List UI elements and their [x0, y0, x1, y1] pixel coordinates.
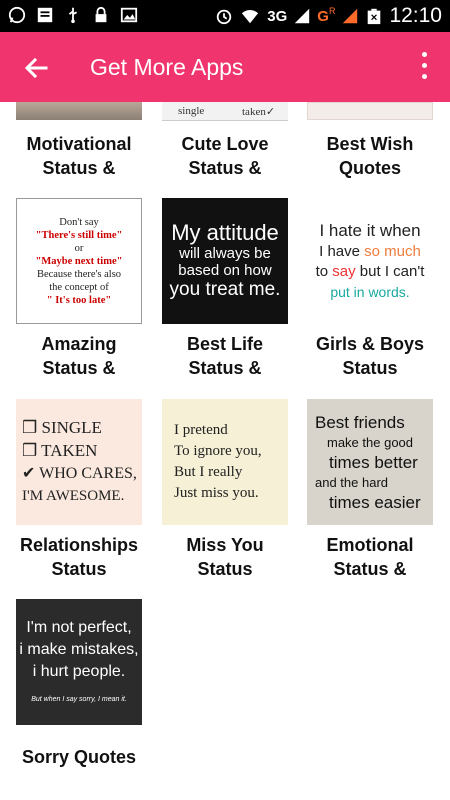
status-bar: 3G G R ✕ 12:10	[0, 0, 450, 32]
app-label-miss-you[interactable]: Miss You Status	[155, 533, 295, 581]
status-bar-notifications	[8, 6, 138, 24]
app-thumbnail-girls-boys[interactable]: I hate it when I have so much to say but…	[307, 198, 433, 324]
app-label-best-life[interactable]: Best Life Status &	[155, 332, 295, 380]
status-bar-time: 12:10	[389, 4, 442, 27]
signal-icon-2	[343, 8, 358, 24]
app-thumbnail-sorry[interactable]: I'm not perfect, i make mistakes, i hurt…	[16, 599, 142, 725]
app-label-girls-boys[interactable]: Girls & Boys Status	[300, 332, 440, 380]
thumbnail-text-single: single	[178, 105, 205, 117]
app-thumbnail-amazing[interactable]: Don't say "There's still time" or "Maybe…	[16, 198, 142, 324]
message-icon	[37, 7, 53, 23]
image-icon	[120, 7, 138, 23]
alarm-icon	[217, 9, 232, 25]
svg-text:✕: ✕	[371, 13, 379, 23]
app-label-cute-love[interactable]: Cute Love Status &	[155, 132, 295, 180]
app-thumbnail-motivational[interactable]	[16, 102, 142, 120]
lock-icon	[95, 6, 107, 23]
arrow-left-icon[interactable]	[20, 52, 52, 84]
app-label-relationships[interactable]: Relationships Status	[9, 533, 149, 581]
app-label-best-wish[interactable]: Best Wish Quotes	[300, 132, 440, 180]
app-thumbnail-best-wish[interactable]	[307, 102, 433, 120]
app-thumbnail-best-life[interactable]: My attitude will always be based on how …	[162, 198, 288, 324]
app-bar-title: Get More Apps	[90, 54, 244, 80]
app-bar: Get More Apps	[0, 32, 450, 102]
app-thumbnail-cute-love[interactable]: single taken✓	[162, 102, 288, 121]
apps-grid: single taken✓ Motivational Status & Cute…	[0, 102, 450, 800]
network-type-g: G	[317, 7, 329, 25]
thumbnail-text-taken: taken✓	[242, 106, 276, 118]
app-label-sorry[interactable]: Sorry Quotes	[9, 745, 149, 769]
network-roaming-indicator: R	[328, 6, 336, 16]
whatsapp-icon	[8, 6, 26, 24]
app-label-motivational[interactable]: Motivational Status &	[9, 132, 149, 180]
wifi-icon	[242, 10, 259, 24]
app-thumbnail-emotional[interactable]: Best friends make the good times better …	[307, 399, 433, 525]
signal-icon	[295, 8, 310, 24]
more-vertical-icon[interactable]	[420, 52, 428, 82]
app-thumbnail-miss-you[interactable]: I pretend To ignore you, But I really Ju…	[162, 399, 288, 525]
status-bar-system: 3G G R ✕ 12:10	[215, 4, 442, 28]
app-label-emotional[interactable]: Emotional Status &	[300, 533, 440, 581]
app-label-amazing[interactable]: Amazing Status &	[9, 332, 149, 380]
app-thumbnail-relationships[interactable]: ❒ SINGLE ❒ TAKEN ✔ WHO CARES, I'M AWESOM…	[16, 399, 142, 525]
battery-icon: ✕	[368, 8, 381, 25]
network-type-3g: 3G	[267, 7, 288, 25]
usb-icon	[68, 7, 78, 24]
